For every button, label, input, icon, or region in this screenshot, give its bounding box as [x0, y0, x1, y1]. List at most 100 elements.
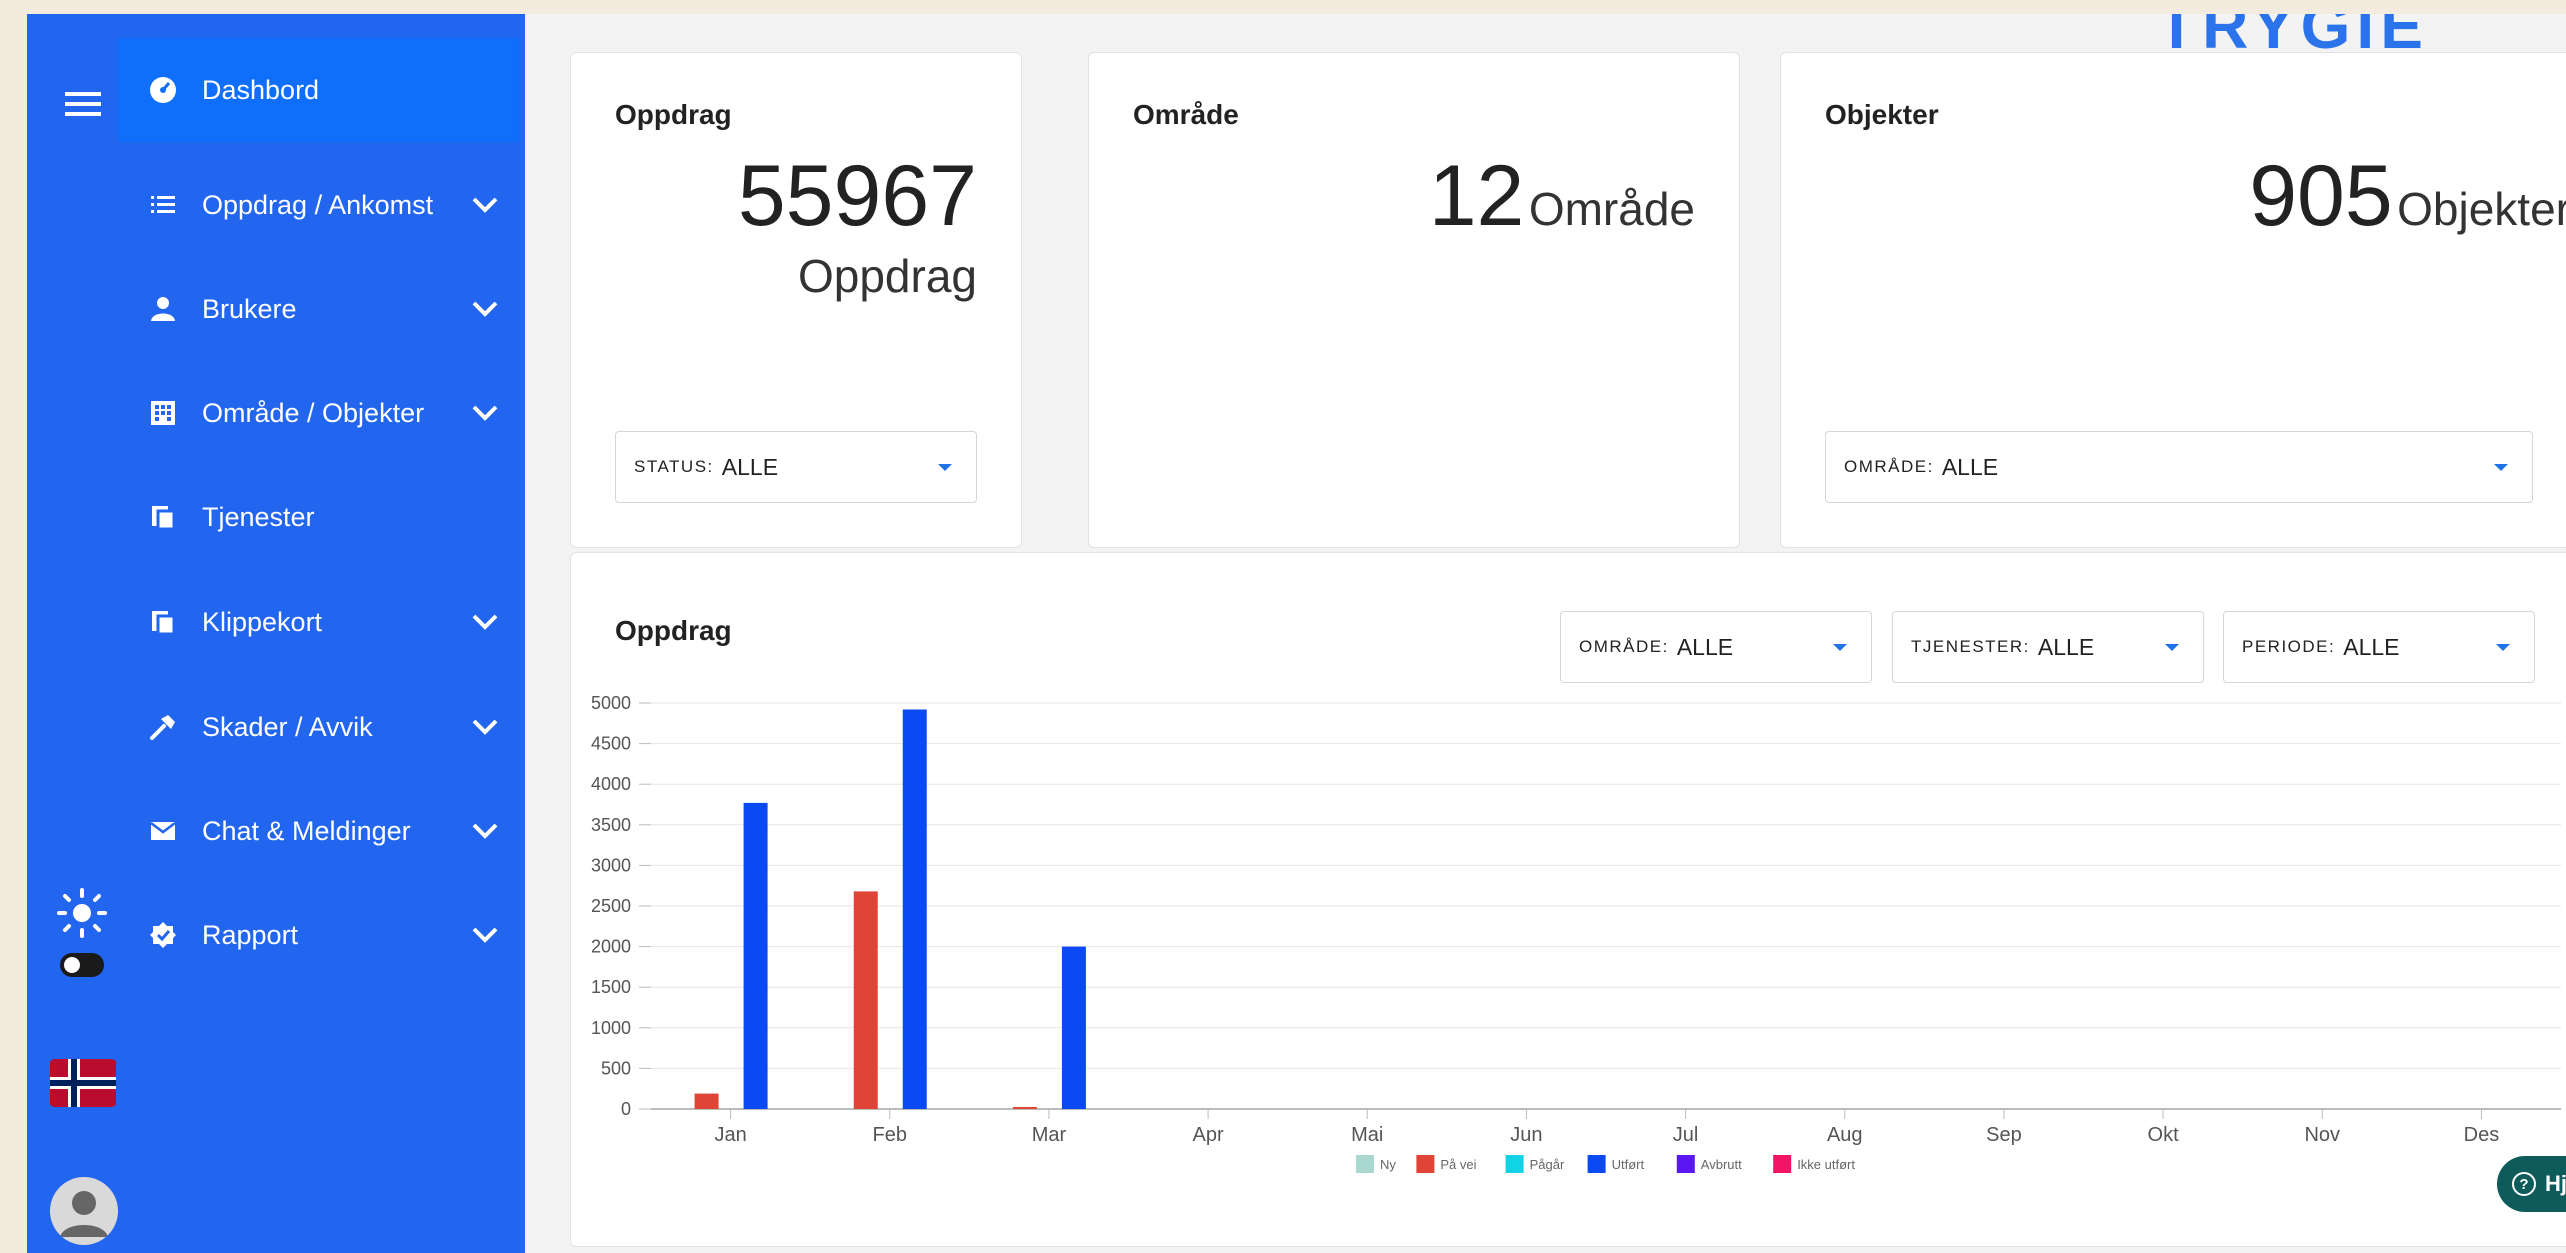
- card-title: Oppdrag: [615, 99, 732, 130]
- select-value: ALLE: [721, 453, 779, 480]
- sidebar-item-label: Klippekort: [202, 606, 323, 637]
- sidebar-item-label: Oppdrag / Ankomst: [202, 189, 434, 220]
- caret-down-icon: [938, 463, 952, 471]
- x-tick-label: Nov: [2304, 1124, 2340, 1146]
- y-tick-label: 1000: [591, 1018, 631, 1038]
- theme-toggle[interactable]: [60, 953, 104, 977]
- y-tick-label: 500: [601, 1058, 631, 1078]
- sidebar-item-klippekort[interactable]: Klippekort: [118, 570, 519, 674]
- x-tick-label: Mar: [1032, 1124, 1067, 1146]
- y-tick-label: 3000: [591, 855, 631, 875]
- legend-label: Avbrutt: [1701, 1157, 1742, 1172]
- list-icon: [148, 190, 178, 220]
- oppdrag-count: 55967: [737, 148, 977, 244]
- y-tick-label: 0: [621, 1099, 631, 1119]
- chevron-down-icon: [465, 300, 505, 318]
- hammer-icon: [148, 712, 178, 742]
- brand-logo: TRYGIE: [2157, 14, 2429, 62]
- chevron-down-icon: [465, 718, 505, 736]
- card-title: Område: [1133, 99, 1239, 130]
- oppdrag-unit: Oppdrag: [797, 250, 977, 302]
- objekter-unit: Objekter: [2397, 183, 2566, 235]
- oppdrag-bar-chart: 0 500 1000 1500 2000 2500 3000 3500 4000 4500 5000…: [591, 693, 2561, 1173]
- bar-p-vei: [1012, 1106, 1037, 1109]
- sidebar-item-oppdrag-ankomst[interactable]: Oppdrag / Ankomst: [118, 153, 519, 257]
- objekter-omrade-select[interactable]: OMRÅDE: ALLE: [1825, 431, 2533, 503]
- bar-p-vei: [853, 891, 878, 1109]
- y-tick-label: 4500: [591, 734, 631, 754]
- help-button[interactable]: ? Hjelp: [2497, 1156, 2566, 1212]
- help-label: Hjelp: [2545, 1171, 2566, 1196]
- x-tick-label: Jan: [714, 1124, 746, 1146]
- y-tick-label: 2000: [591, 937, 631, 957]
- legend-label: Pågår: [1530, 1157, 1565, 1172]
- legend-swatch: [1416, 1155, 1435, 1173]
- sidebar-item-label: Rapport: [202, 919, 299, 950]
- chevron-down-icon: [465, 196, 505, 214]
- select-key: OMRÅDE:: [1844, 457, 1934, 476]
- bar-utf-rt: [743, 802, 768, 1109]
- x-tick-label: Okt: [2148, 1124, 2180, 1146]
- y-tick-label: 5000: [591, 693, 631, 713]
- caret-down-icon: [2494, 463, 2508, 471]
- sidebar-item-label: Område / Objekter: [202, 397, 425, 428]
- sun-icon[interactable]: [55, 886, 109, 940]
- chevron-down-icon: [465, 822, 505, 840]
- person-icon: [148, 294, 178, 324]
- bar-p-vei: [694, 1093, 719, 1109]
- user-avatar-icon[interactable]: [50, 1177, 118, 1245]
- chevron-down-icon: [465, 613, 505, 631]
- sidebar-item-label: Dashbord: [202, 74, 320, 105]
- bar-utf-rt: [1061, 946, 1086, 1109]
- x-tick-label: Feb: [873, 1124, 907, 1146]
- sidebar-item-skader-avvik[interactable]: Skader / Avvik: [118, 675, 519, 779]
- app-window: Dashbord Oppdrag / Ankomst Brukere Områd…: [27, 14, 2566, 1253]
- icon-rail: [27, 14, 118, 1253]
- x-tick-label: Mai: [1351, 1124, 1383, 1146]
- sidebar-item-tjenester[interactable]: Tjenester: [118, 465, 519, 569]
- legend-label: På vei: [1440, 1157, 1476, 1172]
- legend-swatch: [1505, 1155, 1524, 1173]
- y-tick-label: 3500: [591, 815, 631, 835]
- sidebar: Dashbord Oppdrag / Ankomst Brukere Områd…: [118, 14, 525, 1253]
- status-select[interactable]: STATUS: ALLE: [615, 431, 977, 503]
- legend-swatch: [1773, 1155, 1792, 1173]
- oppdrag-stat-card: Oppdrag 55967 Oppdrag STATUS: ALLE: [570, 52, 1022, 548]
- bar-utf-rt: [902, 709, 927, 1109]
- legend-label: Utført: [1612, 1157, 1645, 1172]
- verified-icon: [148, 920, 178, 950]
- building-icon: [148, 398, 178, 428]
- chevron-down-icon: [465, 926, 505, 944]
- oppdrag-chart-card: Oppdrag OMRÅDE: ALLE TJENESTER: ALLE PER…: [570, 552, 2566, 1247]
- x-tick-label: Des: [2464, 1124, 2500, 1146]
- y-tick-label: 2500: [591, 896, 631, 916]
- y-tick-label: 1500: [591, 977, 631, 997]
- hamburger-menu-icon[interactable]: [63, 84, 103, 124]
- legend-swatch: [1587, 1155, 1606, 1173]
- x-tick-label: Jun: [1510, 1124, 1542, 1146]
- dashboard-icon: [148, 75, 178, 105]
- sidebar-item-label: Chat & Meldinger: [202, 815, 411, 846]
- omrade-count: 12: [1428, 148, 1525, 244]
- toggle-knob: [64, 957, 80, 973]
- copy-icon: [148, 607, 178, 637]
- omrade-unit: Område: [1528, 183, 1695, 235]
- norway-flag-icon[interactable]: [49, 1059, 117, 1107]
- sidebar-item-omrade-objekter[interactable]: Område / Objekter: [118, 361, 519, 465]
- sidebar-item-chat-meldinger[interactable]: Chat & Meldinger: [118, 779, 519, 883]
- legend-swatch: [1676, 1155, 1695, 1173]
- mail-icon: [148, 816, 178, 846]
- x-tick-label: Aug: [1827, 1124, 1863, 1146]
- card-title: Objekter: [1825, 99, 1939, 130]
- x-tick-label: Jul: [1673, 1124, 1699, 1146]
- y-tick-label: 4000: [591, 774, 631, 794]
- sidebar-item-brukere[interactable]: Brukere: [118, 257, 519, 361]
- x-tick-label: Sep: [1986, 1124, 2022, 1146]
- sidebar-item-label: Brukere: [202, 293, 297, 324]
- objekter-stat-card: Objekter 905 Objekter OMRÅDE: ALLE: [1780, 52, 2566, 548]
- legend-swatch: [1356, 1155, 1374, 1173]
- legend-label: Ny: [1380, 1157, 1396, 1172]
- sidebar-item-dashbord[interactable]: Dashbord: [118, 38, 519, 142]
- legend-label: Ikke utført: [1797, 1157, 1855, 1172]
- sidebar-item-rapport[interactable]: Rapport: [118, 883, 519, 987]
